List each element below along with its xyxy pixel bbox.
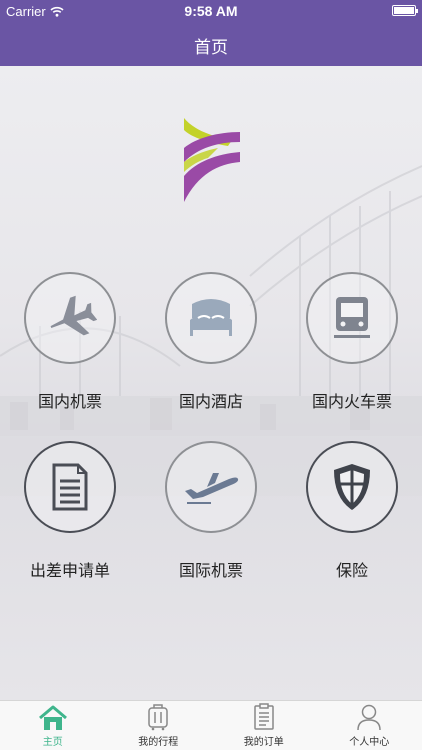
- service-circle[interactable]: [165, 441, 257, 533]
- luggage-icon: [148, 704, 168, 731]
- tab-label: 主页: [42, 737, 63, 748]
- main-content: 国内机票 国内酒店 国内火车票 出差申请单 国际机票 保险: [0, 66, 422, 700]
- service-circle[interactable]: [24, 272, 116, 364]
- service-label: 国内火车票: [311, 394, 392, 411]
- page-title: 首页: [194, 38, 228, 57]
- tab-my-trips[interactable]: 我的行程: [106, 701, 212, 750]
- airplane-icon: [50, 295, 97, 336]
- navigation-header: Carrier 9:58 AM 首页: [0, 0, 422, 66]
- service-domestic-hotel[interactable]: 国内酒店: [141, 272, 281, 422]
- battery-icon: [392, 5, 418, 16]
- tab-my-orders[interactable]: 我的订单: [211, 701, 317, 750]
- service-international-flight[interactable]: 国际机票: [141, 441, 281, 591]
- service-circle[interactable]: [165, 272, 257, 364]
- service-label: 出差申请单: [29, 563, 110, 580]
- tab-bar: 主页 我的行程 我的订单 个人中心: [0, 700, 422, 750]
- status-bar: Carrier 9:58 AM: [0, 0, 422, 22]
- service-travel-request[interactable]: 出差申请单: [0, 441, 140, 591]
- service-label: 保险: [335, 563, 368, 580]
- service-circle[interactable]: [306, 272, 398, 364]
- tab-label: 我的行程: [138, 737, 179, 748]
- tab-label: 我的订单: [243, 737, 284, 748]
- tab-profile[interactable]: 个人中心: [317, 701, 422, 750]
- clipboard-icon: [254, 703, 274, 730]
- service-label: 国内酒店: [178, 394, 243, 411]
- airplane-takeoff-icon: [185, 473, 239, 504]
- service-circle[interactable]: [306, 441, 398, 533]
- shield-icon: [334, 464, 370, 510]
- home-icon: [38, 705, 67, 730]
- hotel-bed-icon: [190, 299, 232, 336]
- tab-label: 个人中心: [349, 737, 390, 748]
- clock: 9:58 AM: [184, 3, 238, 19]
- service-circle[interactable]: [24, 441, 116, 533]
- brand-logo: [184, 118, 240, 202]
- service-domestic-train[interactable]: 国内火车票: [282, 272, 422, 422]
- train-icon: [334, 297, 370, 338]
- tab-home[interactable]: 主页: [0, 701, 106, 750]
- service-label: 国际机票: [178, 563, 243, 580]
- service-insurance[interactable]: 保险: [282, 441, 422, 591]
- service-label: 国内机票: [37, 394, 102, 411]
- person-icon: [357, 704, 381, 731]
- document-icon: [52, 463, 88, 511]
- service-domestic-flight[interactable]: 国内机票: [0, 272, 140, 422]
